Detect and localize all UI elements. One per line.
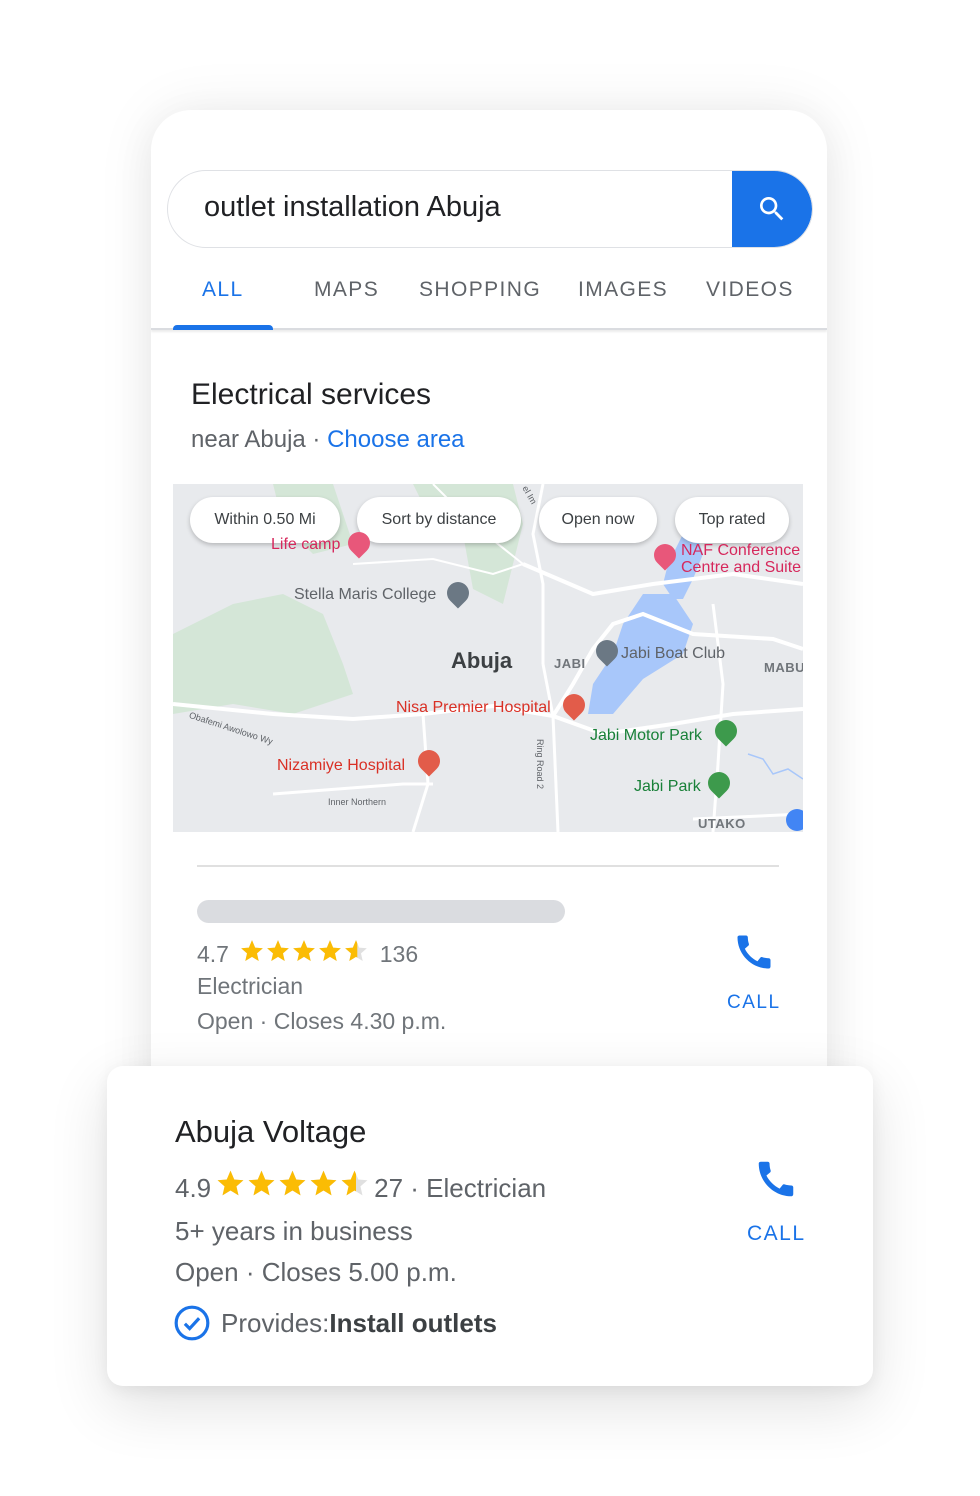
search-button[interactable] xyxy=(732,171,812,247)
years-in-business: 5+ years in business xyxy=(175,1216,413,1246)
map-label-utako: UTAKO xyxy=(698,816,746,831)
star-icon xyxy=(293,940,316,961)
search-bar[interactable]: outlet installation Abuja xyxy=(167,170,813,248)
map-label-nizamiye-hospital[interactable]: Nizamiye Hospital xyxy=(277,757,405,775)
section-title: Electrical services xyxy=(191,378,432,411)
divider xyxy=(197,865,779,867)
map-label-mabu: MABU xyxy=(764,660,803,675)
business-name-placeholder xyxy=(197,900,565,923)
listing-2-call-button[interactable]: CALL xyxy=(747,1156,806,1246)
phone-icon xyxy=(759,1161,794,1197)
listing-1-rating-row: 4.7 136 xyxy=(197,938,418,968)
river xyxy=(747,753,803,780)
filter-chip-top-rated[interactable]: Top rated xyxy=(675,497,789,543)
star-icon xyxy=(310,1170,337,1196)
search-results-screen: outlet installation Abuja ALL MAPS SHOPP… xyxy=(151,110,827,1120)
choose-area-link[interactable]: Choose area xyxy=(327,426,464,453)
star-icon xyxy=(345,940,368,961)
map-label-abuja: Abuja xyxy=(451,648,513,673)
active-tab-indicator xyxy=(173,325,273,330)
search-icon xyxy=(760,197,784,221)
map-label-jabi-boat-club[interactable]: Jabi Boat Club xyxy=(621,645,725,663)
review-count[interactable]: 136 xyxy=(380,941,418,967)
star-rating xyxy=(239,938,369,964)
star-icon xyxy=(267,940,290,961)
provides-label: Provides: xyxy=(221,1307,330,1338)
map-label-jabi: JABI xyxy=(554,656,586,671)
map-label-naf-conference[interactable]: NAF Conference Centre and Suite xyxy=(681,542,801,576)
search-input[interactable]: outlet installation Abuja xyxy=(204,191,501,224)
star-icon xyxy=(248,1170,275,1196)
verified-check-icon xyxy=(174,1305,210,1341)
rating-value: 4.9 xyxy=(175,1173,212,1203)
tab-videos[interactable]: VIDEOS xyxy=(706,278,794,302)
map-label-ring-road-2: Ring Road 2 xyxy=(535,739,545,790)
map-label-life-camp[interactable]: Life camp xyxy=(271,536,340,554)
tab-all[interactable]: ALL xyxy=(202,278,244,302)
star-icon xyxy=(319,940,342,961)
star-icon xyxy=(341,1170,368,1196)
business-name[interactable]: Abuja Voltage xyxy=(175,1114,366,1150)
provides-service: Provides: Install outlets xyxy=(174,1304,497,1342)
tab-shopping[interactable]: SHOPPING xyxy=(419,278,541,302)
star-rating xyxy=(215,1168,370,1199)
filter-chip-sort-by-distance[interactable]: Sort by distance xyxy=(357,497,521,543)
call-label: CALL xyxy=(747,1222,806,1245)
tab-maps[interactable]: MAPS xyxy=(314,278,379,302)
section-subtitle: near Abuja · Choose area xyxy=(191,426,465,454)
listing-1-hours: Open · Closes 4.30 p.m. xyxy=(197,1008,447,1034)
park-area xyxy=(173,594,353,714)
listing-2-rating-row: 4.9 27 · Electrician xyxy=(175,1168,546,1204)
shopping-pin-icon xyxy=(786,809,803,831)
provides-value: Install outlets xyxy=(329,1307,497,1338)
road xyxy=(541,663,560,832)
star-icon xyxy=(279,1170,306,1196)
star-icon xyxy=(241,940,264,961)
road xyxy=(272,782,433,796)
search-tabs: ALL MAPS SHOPPING IMAGES VIDEOS xyxy=(151,270,827,330)
listing-1-category: Electrician xyxy=(197,973,304,999)
call-label: CALL xyxy=(727,992,781,1013)
map-view[interactable]: Within 0.50 Mi Sort by distance Open now… xyxy=(173,484,803,832)
tab-images[interactable]: IMAGES xyxy=(578,278,668,302)
map-label-stella-maris[interactable]: Stella Maris College xyxy=(294,586,436,604)
map-label-nisa-hospital[interactable]: Nisa Premier Hospital xyxy=(396,699,551,717)
map-label-jabi-park[interactable]: Jabi Park xyxy=(634,778,701,796)
filter-chip-open-now[interactable]: Open now xyxy=(539,497,657,543)
map-label-jabi-motor-park[interactable]: Jabi Motor Park xyxy=(590,727,702,745)
star-icon xyxy=(217,1170,244,1196)
listing-2-hours: Open · Closes 5.00 p.m. xyxy=(175,1257,457,1287)
listing-1-call-button[interactable]: CALL xyxy=(727,930,781,1014)
reviews-and-category: 27 · Electrician xyxy=(374,1173,547,1203)
near-location-text: near Abuja · xyxy=(191,426,328,453)
rating-value: 4.7 xyxy=(197,941,229,967)
map-label-inner-northern: Inner Northern xyxy=(328,797,387,807)
featured-business-card[interactable]: Abuja Voltage 4.9 27 · Electrician 5+ yea… xyxy=(107,1066,873,1386)
phone-icon xyxy=(737,935,771,969)
